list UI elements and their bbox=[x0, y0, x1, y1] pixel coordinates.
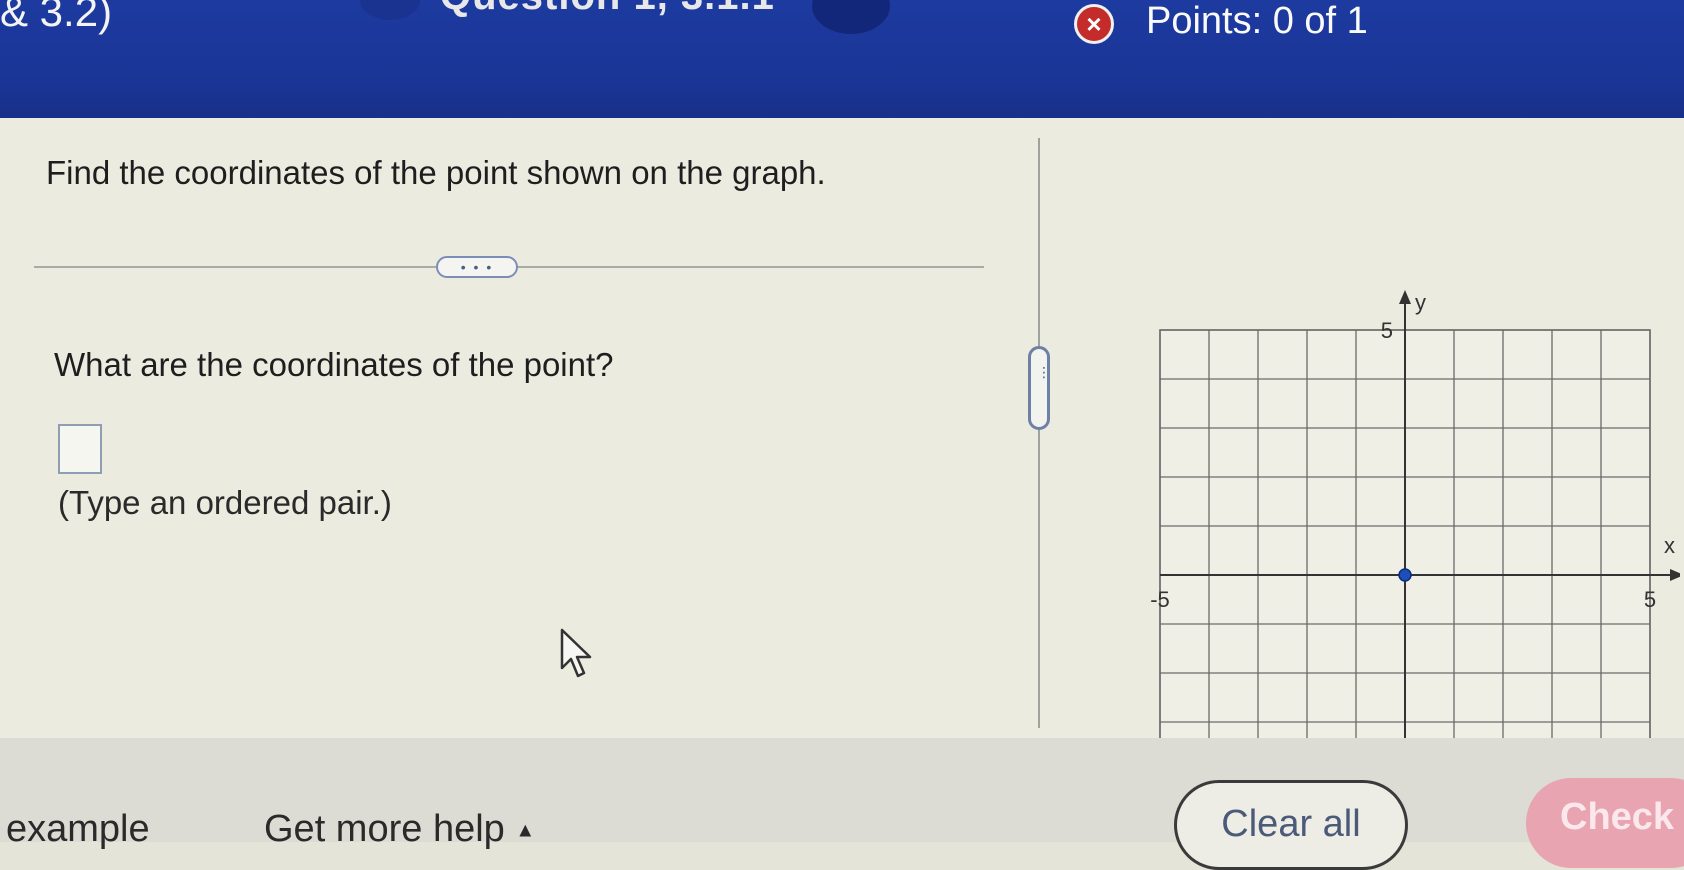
bottom-bar: example Get more help ▲ Clear all Check bbox=[0, 738, 1684, 870]
top-bar: & 3.2) Question 1, 3.1.1 × Points: 0 of … bbox=[0, 0, 1684, 118]
y-tick-label: 5 bbox=[1381, 318, 1393, 343]
answer-hint: (Type an ordered pair.) bbox=[58, 484, 392, 521]
question-title: Question 1, 3.1.1 bbox=[440, 0, 775, 19]
points-label: Points: 0 of 1 bbox=[1146, 0, 1368, 42]
y-axis-arrow-icon bbox=[1399, 290, 1411, 304]
clear-all-button[interactable]: Clear all bbox=[1174, 780, 1408, 870]
x-min-label: -5 bbox=[1150, 587, 1170, 612]
x-circle-icon: × bbox=[1074, 4, 1114, 44]
question-text: What are the coordinates of the point? bbox=[54, 346, 614, 383]
mouse-pointer-icon bbox=[560, 628, 592, 678]
check-answer-button[interactable]: Check bbox=[1526, 778, 1684, 868]
panel-separator bbox=[1038, 138, 1040, 728]
x-axis-arrow-icon bbox=[1670, 569, 1680, 581]
drag-dots-icon: ⋮ bbox=[1037, 364, 1051, 380]
problem-prompt: Find the coordinates of the point shown … bbox=[46, 154, 826, 191]
caret-up-icon: ▲ bbox=[515, 819, 536, 842]
expand-button[interactable]: • • • bbox=[436, 256, 518, 278]
question-panel: Find the coordinates of the point shown … bbox=[0, 118, 1684, 821]
y-axis-label: y bbox=[1415, 290, 1426, 315]
section-title: & 3.2) bbox=[0, 0, 113, 35]
nav-button-back[interactable] bbox=[360, 0, 420, 20]
get-more-help-button[interactable]: Get more help ▲ bbox=[264, 808, 535, 851]
nav-button-next[interactable] bbox=[812, 0, 890, 34]
panel-resize-handle[interactable]: ⋮ bbox=[1028, 346, 1051, 430]
get-more-help-label: Get more help bbox=[264, 808, 505, 850]
plotted-point bbox=[1398, 568, 1412, 582]
x-axis-label: x bbox=[1664, 533, 1675, 558]
view-example-link[interactable]: example bbox=[6, 808, 150, 851]
x-max-label: 5 bbox=[1644, 587, 1656, 612]
answer-input[interactable] bbox=[58, 424, 102, 474]
